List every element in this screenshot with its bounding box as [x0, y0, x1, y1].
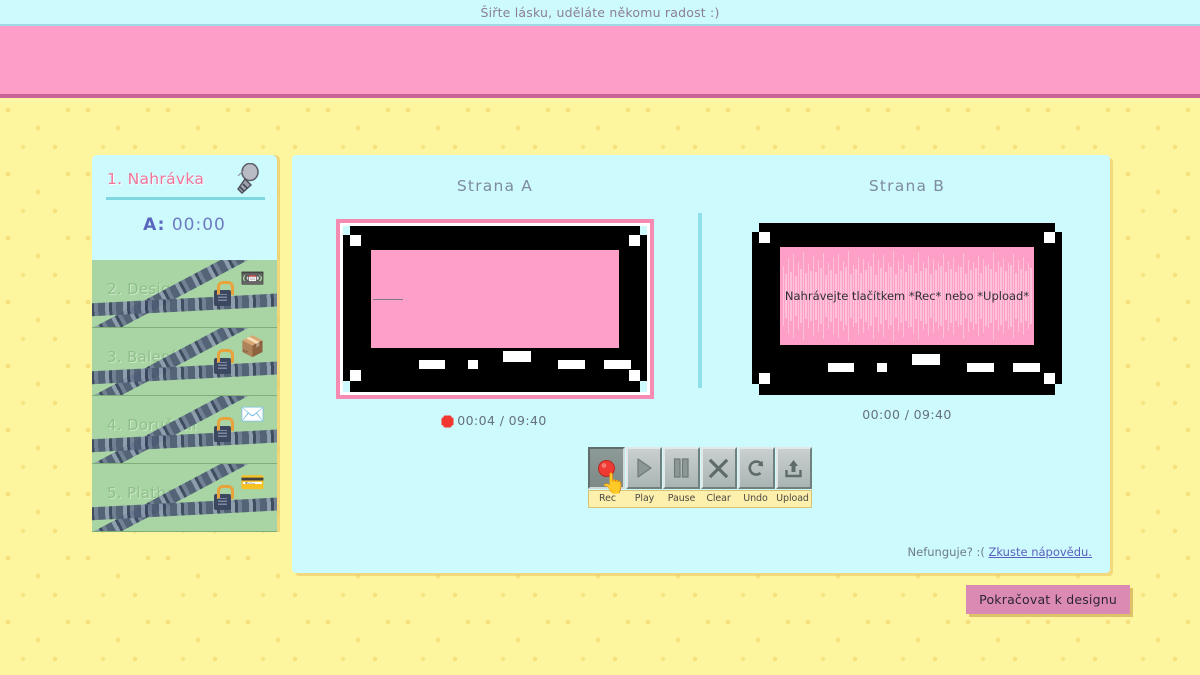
- announcement-bar: Šiřte lásku, uděláte někomu radost :): [0, 0, 1200, 26]
- sidebar-step-platba[interactable]: 5. Platba 💳: [92, 464, 277, 532]
- clear-button[interactable]: [700, 447, 737, 489]
- waveform-side-a[interactable]: [371, 250, 619, 348]
- cassette-side-b[interactable]: Nahrávejte tlačítkem *Rec* nebo *Upload*: [752, 223, 1062, 395]
- envelope-icon: ✉️: [240, 402, 265, 426]
- transport-button-row: 👆: [588, 447, 812, 495]
- rec-button[interactable]: 👆: [588, 447, 626, 495]
- continue-to-design-button[interactable]: Pokračovat k designu: [966, 585, 1130, 614]
- sidebar-step-design[interactable]: 2. Design 📼: [92, 260, 277, 328]
- cassette-icon: 📼: [240, 266, 265, 290]
- close-x-icon: [708, 458, 729, 478]
- cassette-shell: [343, 226, 647, 392]
- shell-notch: [640, 226, 647, 235]
- side-b-hint: Nahrávejte tlačítkem *Rec* nebo *Upload*: [784, 289, 1030, 303]
- package-icon: 📦: [240, 334, 265, 358]
- site-header: [0, 26, 1200, 98]
- cassette-screw: [1044, 373, 1055, 384]
- cassette-screw: [629, 235, 640, 246]
- rec-label: Rec: [599, 493, 616, 504]
- playhead-marker: [373, 299, 403, 300]
- lock-icon: [214, 281, 234, 306]
- cassette-reel-marks: [371, 348, 631, 376]
- upload-label: Upload: [776, 493, 809, 504]
- sidebar-step-baleni[interactable]: 3. Balení 📦: [92, 328, 277, 396]
- upload-icon: [785, 459, 802, 477]
- help-text: Nefunguje? :(: [907, 545, 989, 559]
- shell-notch: [1055, 223, 1062, 232]
- sidebar-step-doruceni[interactable]: 4. Doručení ✉️: [92, 396, 277, 464]
- cassette-reel-marks: [780, 351, 1040, 379]
- shell-notch: [752, 384, 759, 395]
- transport-labels-strip: Rec Play Pause Clear Undo Upload: [588, 490, 812, 508]
- undo-button[interactable]: [738, 447, 775, 489]
- side-b-time: 00:00 / 09:40: [862, 407, 952, 422]
- step-divider: [106, 197, 265, 200]
- lock-icon: [214, 485, 234, 510]
- play-icon: [637, 458, 652, 478]
- side-a-title: Strana A: [456, 177, 534, 195]
- pause-icon: [674, 458, 689, 478]
- side-a-column: Strana A 00:04 / 09:40: [305, 155, 685, 428]
- workspace: 1. Nahrávka A: 00:00 2. Design 📼 3. Bale…: [0, 102, 1200, 675]
- side-b-title: Strana B: [868, 177, 946, 195]
- waveform-side-b[interactable]: Nahrávejte tlačítkem *Rec* nebo *Upload*: [780, 247, 1034, 345]
- sidebar-timer-value: 00:00: [171, 215, 226, 235]
- cassette-screw: [629, 370, 640, 381]
- panel-divider: [698, 213, 702, 388]
- play-button[interactable]: [625, 447, 662, 489]
- record-indicator-icon: [443, 417, 453, 426]
- cassette-screw: [759, 232, 770, 243]
- undo-icon: [748, 459, 763, 476]
- side-a-time: 00:04 / 09:40: [457, 413, 547, 428]
- help-line: Nefunguje? :( Zkuste nápovědu.: [908, 545, 1092, 559]
- steps-sidebar: 1. Nahrávka A: 00:00 2. Design 📼 3. Bale…: [92, 155, 277, 532]
- record-icon: [597, 459, 615, 477]
- cassette-side-a[interactable]: [336, 219, 654, 399]
- transport-controls: 👆 Rec Play Pause Clear Undo Upload: [588, 447, 812, 508]
- shell-notch: [640, 381, 647, 392]
- lock-icon: [214, 349, 234, 374]
- lock-icon: [214, 417, 234, 442]
- sidebar-step-nahravka[interactable]: 1. Nahrávka A: 00:00: [92, 155, 277, 260]
- shell-notch: [752, 223, 759, 232]
- cassette-screw: [759, 373, 770, 384]
- sidebar-timer-label: A:: [143, 215, 166, 235]
- pause-button[interactable]: [663, 447, 700, 489]
- wallet-icon: 💳: [240, 470, 265, 494]
- shell-notch: [343, 226, 350, 235]
- sidebar-step-1-label: 1. Nahrávka: [107, 170, 205, 188]
- shell-notch: [343, 381, 350, 392]
- recorder-panel: Strana A 00:04 / 09:40 Strana B Nahrávej…: [292, 155, 1110, 573]
- clear-label: Clear: [706, 493, 731, 504]
- upload-button[interactable]: [775, 447, 812, 489]
- sidebar-timer: A: 00:00: [92, 215, 277, 235]
- help-link[interactable]: Zkuste nápovědu.: [989, 545, 1093, 559]
- cassette-screw: [1044, 232, 1055, 243]
- undo-label: Undo: [743, 493, 768, 504]
- cassette-screw: [350, 235, 361, 246]
- play-label: Play: [634, 493, 655, 504]
- side-a-time-row: 00:04 / 09:40: [305, 413, 685, 428]
- cassette-shell: Nahrávejte tlačítkem *Rec* nebo *Upload*: [752, 223, 1062, 395]
- announcement-text: Šiřte lásku, uděláte někomu radost :): [480, 4, 720, 20]
- cassette-screw: [350, 370, 361, 381]
- microphone-icon: [237, 163, 259, 194]
- shell-notch: [1055, 384, 1062, 395]
- side-b-time-row: 00:00 / 09:40: [717, 407, 1097, 422]
- side-b-column: Strana B Nahrávejte tlačítkem *Rec* nebo…: [717, 155, 1097, 422]
- pause-label: Pause: [667, 493, 696, 504]
